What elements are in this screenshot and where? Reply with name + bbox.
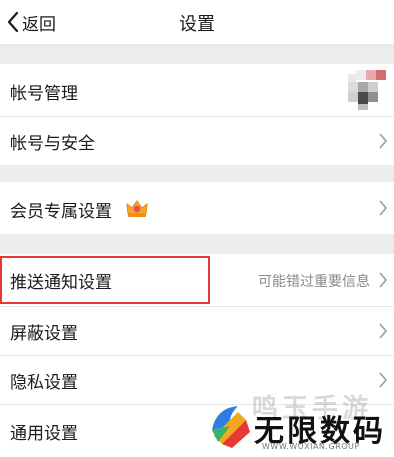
settings-item-member-settings[interactable]: 会员专属设置 xyxy=(0,182,394,234)
warning-hint: 可能错过重要信息 xyxy=(258,274,370,290)
chevron-right-icon xyxy=(378,323,388,343)
chevron-right-icon xyxy=(378,133,388,153)
settings-item-account-management[interactable]: 帐号管理 xyxy=(0,64,394,116)
settings-item-general-settings[interactable]: 通用设置 xyxy=(0,405,394,457)
settings-item-push-notifications[interactable]: 推送通知设置 可能错过重要信息 xyxy=(0,254,394,306)
chevron-right-icon xyxy=(378,272,388,292)
section-gap xyxy=(0,45,394,64)
page-title: 设置 xyxy=(179,14,215,35)
settings-item-label: 推送通知设置 xyxy=(10,273,112,293)
nav-bar: 返回 设置 xyxy=(0,0,394,45)
avatar xyxy=(348,70,388,110)
crown-icon xyxy=(126,200,148,222)
settings-item-label: 屏蔽设置 xyxy=(10,324,78,344)
settings-item-label: 隐私设置 xyxy=(10,373,78,393)
settings-item-label: 帐号与安全 xyxy=(10,134,95,154)
settings-item-label: 会员专属设置 xyxy=(10,202,112,222)
chevron-right-icon xyxy=(378,372,388,392)
settings-item-label: 通用设置 xyxy=(10,424,78,444)
section-gap xyxy=(0,165,394,182)
settings-item-account-security[interactable]: 帐号与安全 xyxy=(0,117,394,165)
chevron-right-icon xyxy=(378,200,388,220)
section-gap xyxy=(0,234,394,254)
settings-item-label: 帐号管理 xyxy=(10,84,78,104)
settings-item-block-settings[interactable]: 屏蔽设置 xyxy=(0,307,394,355)
settings-item-privacy-settings[interactable]: 隐私设置 xyxy=(0,356,394,404)
